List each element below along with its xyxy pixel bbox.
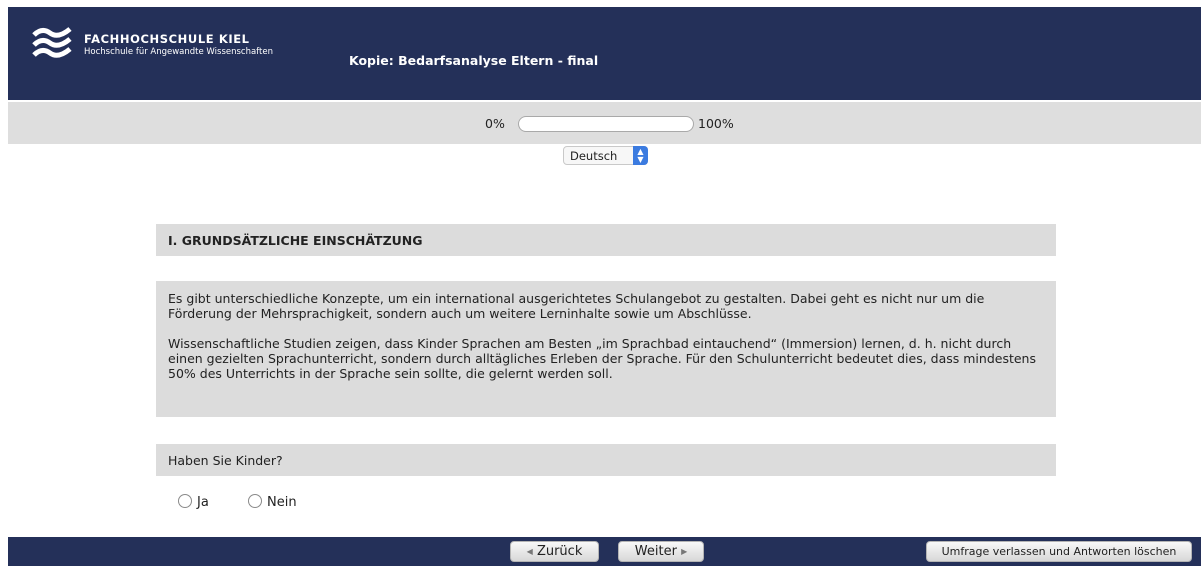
intro-paragraph-2: Wissenschaftliche Studien zeigen, dass K… [168, 336, 1036, 381]
language-select[interactable]: Deutsch ▲ ▼ [563, 146, 648, 165]
progress-end-label: 100% [698, 116, 734, 131]
back-button[interactable]: ◀ Zurück [510, 541, 599, 562]
select-arrows-icon: ▲ ▼ [633, 146, 648, 165]
intro-text-box: Es gibt unterschiedliche Konzepte, um ei… [156, 281, 1056, 417]
intro-paragraph-1: Es gibt unterschiedliche Konzepte, um ei… [168, 291, 985, 321]
question-text: Haben Sie Kinder? [156, 444, 1056, 476]
option-nein[interactable]: Nein [248, 494, 297, 510]
footer-bar: ◀ Zurück Weiter ▶ Umfrage verlassen und … [8, 537, 1201, 566]
progress-row: 0% 100% [8, 102, 1201, 144]
header-bar: FACHHOCHSCHULE KIEL Hochschule für Angew… [8, 7, 1201, 100]
answer-options: Ja Nein [156, 476, 1056, 526]
progress-bar [518, 116, 694, 132]
language-select-value: Deutsch [570, 149, 618, 163]
exit-survey-button[interactable]: Umfrage verlassen und Antworten löschen [926, 541, 1192, 562]
option-nein-label: Nein [267, 495, 297, 510]
university-name-line2: Hochschule für Angewandte Wissenschaften [84, 46, 273, 57]
university-logo-icon [32, 27, 72, 58]
survey-title: Kopie: Bedarfsanalyse Eltern - final [349, 53, 599, 68]
option-ja[interactable]: Ja [178, 494, 209, 510]
radio-ja[interactable] [178, 494, 192, 508]
option-ja-label: Ja [197, 495, 209, 510]
university-name-line1: FACHHOCHSCHULE KIEL [84, 32, 250, 46]
section-title: I. GRUNDSÄTZLICHE EINSCHÄTZUNG [156, 224, 1056, 256]
back-button-label: Zurück [536, 544, 583, 559]
caret-left-icon: ◀ [526, 547, 533, 556]
radio-nein[interactable] [248, 494, 262, 508]
university-name: FACHHOCHSCHULE KIEL Hochschule für Angew… [84, 32, 273, 57]
progress-start-label: 0% [485, 116, 505, 131]
caret-right-icon: ▶ [681, 547, 688, 556]
next-button[interactable]: Weiter ▶ [618, 541, 704, 562]
next-button-label: Weiter [634, 544, 677, 559]
